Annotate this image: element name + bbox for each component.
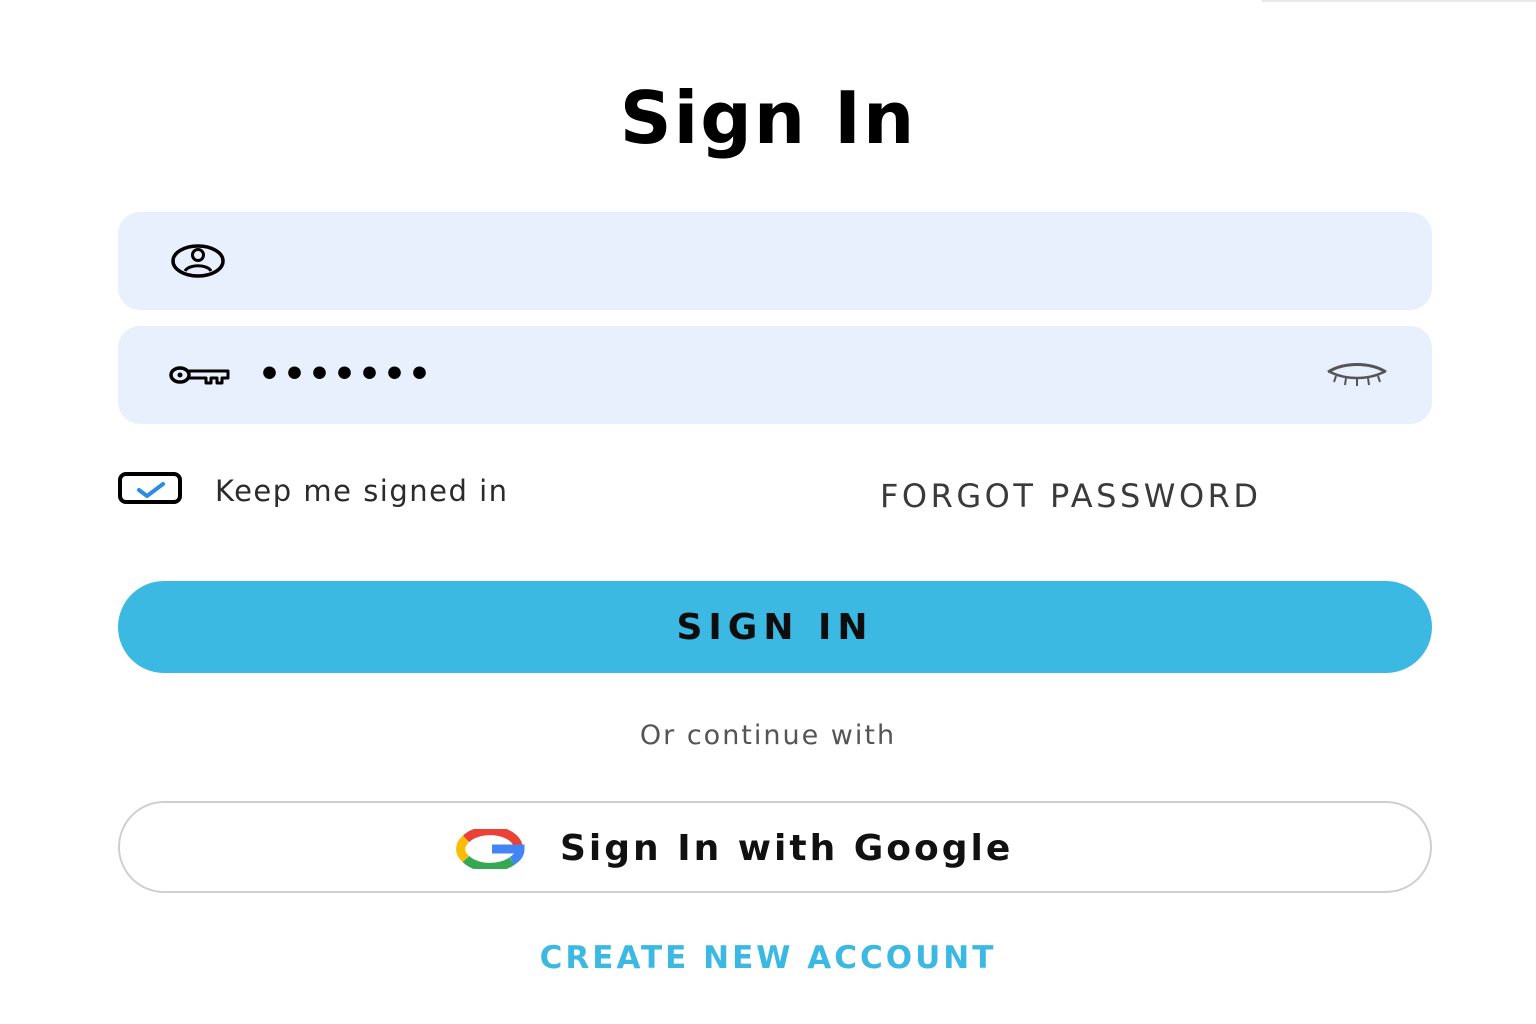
password-input[interactable]: ••••••• xyxy=(258,348,433,402)
top-divider xyxy=(1262,0,1536,2)
user-circle-icon xyxy=(166,240,230,282)
username-field[interactable] xyxy=(118,212,1432,310)
username-input[interactable] xyxy=(250,232,1314,292)
google-logo-icon xyxy=(454,826,526,872)
eye-closed-icon[interactable] xyxy=(1324,360,1390,390)
google-sign-in-button[interactable]: Sign In with Google xyxy=(118,801,1432,893)
password-field[interactable]: ••••••• xyxy=(118,326,1432,424)
key-icon xyxy=(166,354,230,396)
keep-signed-in-checkbox[interactable] xyxy=(118,472,182,504)
divider-text: Or continue with xyxy=(639,720,897,751)
checkmark-icon xyxy=(137,482,165,498)
sign-in-page: Sign In ••••••• Keep me signed in FORGOT… xyxy=(0,0,1536,1024)
page-title: Sign In xyxy=(619,76,917,160)
keep-signed-in-label[interactable]: Keep me signed in xyxy=(215,473,509,509)
sign-in-button-label: SIGN IN xyxy=(676,607,874,648)
sign-in-button[interactable]: SIGN IN xyxy=(118,581,1432,673)
google-sign-in-label: Sign In with Google xyxy=(560,828,1014,869)
forgot-password-link[interactable]: FORGOT PASSWORD xyxy=(880,476,1262,516)
create-account-link[interactable]: CREATE NEW ACCOUNT xyxy=(0,938,1536,978)
